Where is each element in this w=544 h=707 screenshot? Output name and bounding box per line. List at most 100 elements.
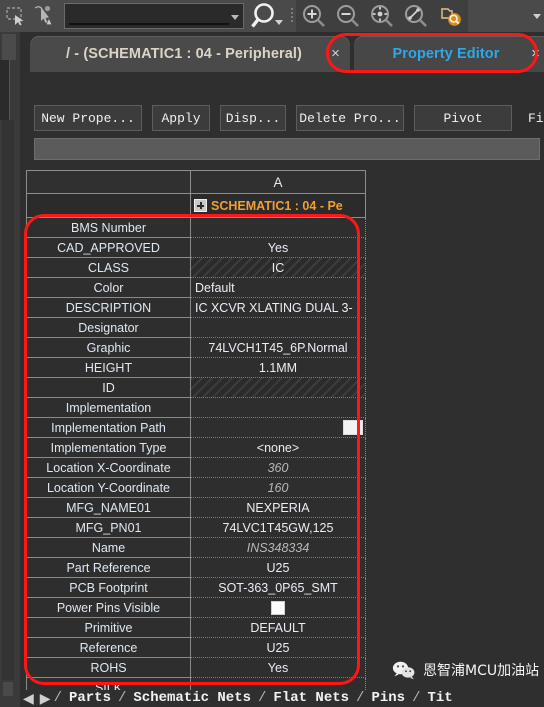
table-row[interactable]: Location X-Coordinate 360: [26, 458, 376, 478]
property-value-cell[interactable]: NEXPERIA: [191, 498, 366, 518]
sheet-tab-title[interactable]: Tit: [420, 690, 459, 707]
property-name-cell[interactable]: Implementation Path: [26, 418, 191, 438]
zoom-fit-icon[interactable]: [365, 0, 399, 32]
property-name-cell[interactable]: Name: [26, 538, 191, 558]
table-row[interactable]: ID: [26, 378, 376, 398]
property-name-cell[interactable]: ID: [26, 378, 191, 398]
filter-label[interactable]: Filter: [522, 105, 544, 131]
table-row[interactable]: Power Pins Visible: [26, 598, 376, 618]
zoom-area-icon[interactable]: [399, 0, 433, 32]
property-value-cell[interactable]: [191, 598, 366, 618]
property-value-cell[interactable]: [191, 418, 366, 438]
property-value-cell[interactable]: 74LVCH1T45_6P.Normal: [191, 338, 366, 358]
property-name-cell[interactable]: ROHS: [26, 658, 191, 678]
property-value-cell[interactable]: 74LVC1T45GW,125: [191, 518, 366, 538]
property-value-cell[interactable]: 160: [191, 478, 366, 498]
sheet-tab-pins[interactable]: Pins: [364, 690, 412, 707]
property-name-cell[interactable]: Part Reference: [26, 558, 191, 578]
table-row[interactable]: ROHS Yes: [26, 658, 376, 678]
property-name-cell[interactable]: Location Y-Coordinate: [26, 478, 191, 498]
select-rectangle-icon[interactable]: [2, 1, 30, 31]
property-name-cell[interactable]: MFG_PN01: [26, 518, 191, 538]
new-property-button[interactable]: New Prope...: [34, 105, 142, 131]
magnifier-dropdown-chevron-icon[interactable]: [275, 20, 283, 25]
pointer-warning-icon[interactable]: [30, 1, 58, 31]
property-name-cell[interactable]: Location X-Coordinate: [26, 458, 191, 478]
table-row[interactable]: CLASS IC: [26, 258, 376, 278]
zoom-find-icon[interactable]: [433, 0, 467, 32]
table-row[interactable]: Implementation Type <none>: [26, 438, 376, 458]
zoom-in-icon[interactable]: [297, 0, 331, 32]
table-row[interactable]: Primitive DEFAULT: [26, 618, 376, 638]
toolbar-overflow-chevron-icon[interactable]: [533, 13, 541, 19]
property-value-cell[interactable]: DEFAULT: [191, 618, 366, 638]
table-row[interactable]: Reference U25: [26, 638, 376, 658]
property-value-cell[interactable]: [191, 398, 366, 418]
magnifier-search-icon[interactable]: [244, 0, 288, 32]
filter-combo-field[interactable]: [34, 138, 540, 160]
property-name-cell[interactable]: Implementation: [26, 398, 191, 418]
property-value-cell[interactable]: Yes: [191, 238, 366, 258]
property-name-cell[interactable]: DESCRIPTION: [26, 298, 191, 318]
property-name-cell[interactable]: PCB Footprint: [26, 578, 191, 598]
property-value-cell[interactable]: IC: [191, 258, 366, 278]
property-name-cell[interactable]: Graphic: [26, 338, 191, 358]
close-icon[interactable]: ×: [331, 45, 340, 62]
table-row[interactable]: Implementation: [26, 398, 376, 418]
grid-column-header-a[interactable]: A: [191, 170, 366, 194]
property-name-cell[interactable]: BMS Number: [26, 218, 191, 238]
table-row[interactable]: Color Default: [26, 278, 376, 298]
property-name-cell[interactable]: Primitive: [26, 618, 191, 638]
table-row[interactable]: PCB Footprint SOT-363_0P65_SMT: [26, 578, 376, 598]
property-value-cell[interactable]: [191, 318, 366, 338]
table-row[interactable]: Implementation Path: [26, 418, 376, 438]
property-name-cell[interactable]: Color: [26, 278, 191, 298]
tab-schematic1-04-peripheral[interactable]: / - (SCHEMATIC1 : 04 - Peripheral) ×: [30, 36, 350, 72]
browse-path-button[interactable]: [343, 420, 363, 435]
tab-property-editor[interactable]: Property Editor ×: [354, 36, 544, 72]
table-row[interactable]: DESCRIPTION IC XCVR XLATING DUAL 3-: [26, 298, 376, 318]
chevron-down-icon[interactable]: [231, 15, 239, 20]
property-value-cell[interactable]: Default: [191, 278, 366, 298]
table-row[interactable]: BMS Number: [26, 218, 376, 238]
grid-corner-header[interactable]: [26, 170, 191, 194]
table-row[interactable]: HEIGHT 1.1MM: [26, 358, 376, 378]
sheet-tab-flat-nets[interactable]: Flat Nets: [266, 690, 356, 707]
apply-button[interactable]: Apply: [152, 105, 210, 131]
sheet-tab-schematic-nets[interactable]: Schematic Nets: [126, 690, 258, 707]
table-row[interactable]: Name INS348334: [26, 538, 376, 558]
table-row[interactable]: Part Reference U25: [26, 558, 376, 578]
expand-plus-icon[interactable]: [194, 199, 207, 212]
property-value-cell[interactable]: INS348334: [191, 538, 366, 558]
zoom-out-icon[interactable]: [331, 0, 365, 32]
property-value-cell[interactable]: <none>: [191, 438, 366, 458]
tab-scroll-right-icon[interactable]: ▶: [37, 690, 54, 707]
toolbar-drag-handle[interactable]: [288, 0, 296, 32]
property-value-cell[interactable]: [191, 218, 366, 238]
power-pins-visible-checkbox[interactable]: [271, 600, 285, 615]
display-button[interactable]: Disp...: [220, 105, 286, 131]
property-value-cell[interactable]: Yes: [191, 658, 366, 678]
property-name-cell[interactable]: Designator: [26, 318, 191, 338]
table-row[interactable]: CAD_APPROVED Yes: [26, 238, 376, 258]
sheet-tab-parts[interactable]: Parts: [62, 690, 118, 707]
table-row[interactable]: Graphic 74LVCH1T45_6P.Normal: [26, 338, 376, 358]
property-value-cell[interactable]: SOT-363_0P65_SMT: [191, 578, 366, 598]
property-value-cell[interactable]: 1.1MM: [191, 358, 366, 378]
tab-scroll-left-icon[interactable]: ◀: [20, 690, 37, 707]
property-value-cell[interactable]: U25: [191, 558, 366, 578]
property-name-cell[interactable]: Reference: [26, 638, 191, 658]
property-name-cell[interactable]: CAD_APPROVED: [26, 238, 191, 258]
table-row[interactable]: MFG_PN01 74LVC1T45GW,125: [26, 518, 376, 538]
close-icon[interactable]: ×: [531, 45, 540, 62]
table-row[interactable]: Location Y-Coordinate 160: [26, 478, 376, 498]
property-value-cell[interactable]: U25: [191, 638, 366, 658]
property-value-cell[interactable]: [191, 378, 366, 398]
delete-property-button[interactable]: Delete Pro...: [296, 105, 404, 131]
property-value-cell[interactable]: 360: [191, 458, 366, 478]
property-name-cell[interactable]: MFG_NAME01: [26, 498, 191, 518]
table-row[interactable]: MFG_NAME01 NEXPERIA: [26, 498, 376, 518]
pivot-button[interactable]: Pivot: [414, 105, 512, 131]
property-name-cell[interactable]: Power Pins Visible: [26, 598, 191, 618]
search-input[interactable]: [64, 3, 244, 29]
